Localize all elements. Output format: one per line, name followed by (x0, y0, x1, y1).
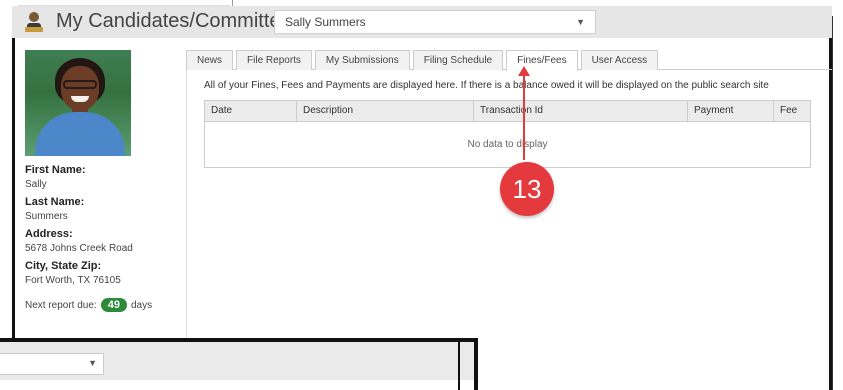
first-name-label: First Name: (25, 164, 86, 176)
chevron-down-icon: ▼ (576, 17, 585, 27)
city-value: Fort Worth, TX 76105 (25, 275, 121, 286)
fines-notice: All of your Fines, Fees and Payments are… (204, 80, 769, 91)
lower-select[interactable]: ▼ (0, 353, 104, 375)
first-name-value: Sally (25, 179, 47, 190)
tab-file-reports[interactable]: File Reports (236, 50, 312, 70)
column-transaction-id[interactable]: Transaction Id (474, 101, 688, 122)
candidate-info: First Name: Sally Last Name: Summers Add… (25, 164, 175, 312)
page-title: My Candidates/Committees (56, 10, 302, 32)
last-name-value: Summers (25, 211, 68, 222)
next-report-due: Next report due: 49 days (25, 298, 175, 312)
callout-badge: 13 (500, 162, 554, 216)
tab-news[interactable]: News (186, 50, 234, 70)
candidate-logo-icon (25, 12, 43, 32)
column-payment[interactable]: Payment (688, 101, 774, 122)
empty-message: No data to display (467, 139, 548, 150)
address-label: Address: (25, 228, 73, 240)
committee-select-value: Sally Summers (285, 15, 366, 29)
right-edge-line (832, 16, 833, 390)
days-unit: days (130, 299, 153, 311)
callout-pointer-line (523, 72, 525, 160)
tab-user-access[interactable]: User Access (580, 50, 659, 70)
tab-filing-schedule[interactable]: Filing Schedule (412, 50, 504, 70)
lower-frame-divider (458, 342, 460, 390)
page-header: My Candidates/Committees Sally Summers ▼ (12, 6, 832, 38)
tab-my-submissions[interactable]: My Submissions (314, 50, 410, 70)
tab-fines-fees[interactable]: Fines/Fees (506, 50, 578, 71)
column-date[interactable]: Date (205, 101, 297, 122)
city-label: City, State Zip: (25, 260, 102, 272)
last-name-label: Last Name: (25, 196, 85, 208)
days-badge: 49 (100, 298, 127, 312)
chevron-down-icon: ▼ (88, 358, 97, 368)
tab-bar: News File Reports My Submissions Filing … (186, 50, 661, 71)
arrow-up-icon (518, 66, 530, 76)
next-report-label: Next report due: (25, 299, 97, 311)
column-fee[interactable]: Fee (774, 101, 811, 122)
address-value: 5678 Johns Creek Road (25, 243, 133, 254)
table-header: Date Description Transaction Id Payment … (205, 101, 810, 122)
lower-frame: ▼ (0, 338, 478, 390)
candidate-photo (25, 50, 131, 156)
column-description[interactable]: Description (297, 101, 474, 122)
committee-select[interactable]: Sally Summers ▼ (274, 10, 596, 34)
fines-table: Date Description Transaction Id Payment … (204, 100, 811, 168)
